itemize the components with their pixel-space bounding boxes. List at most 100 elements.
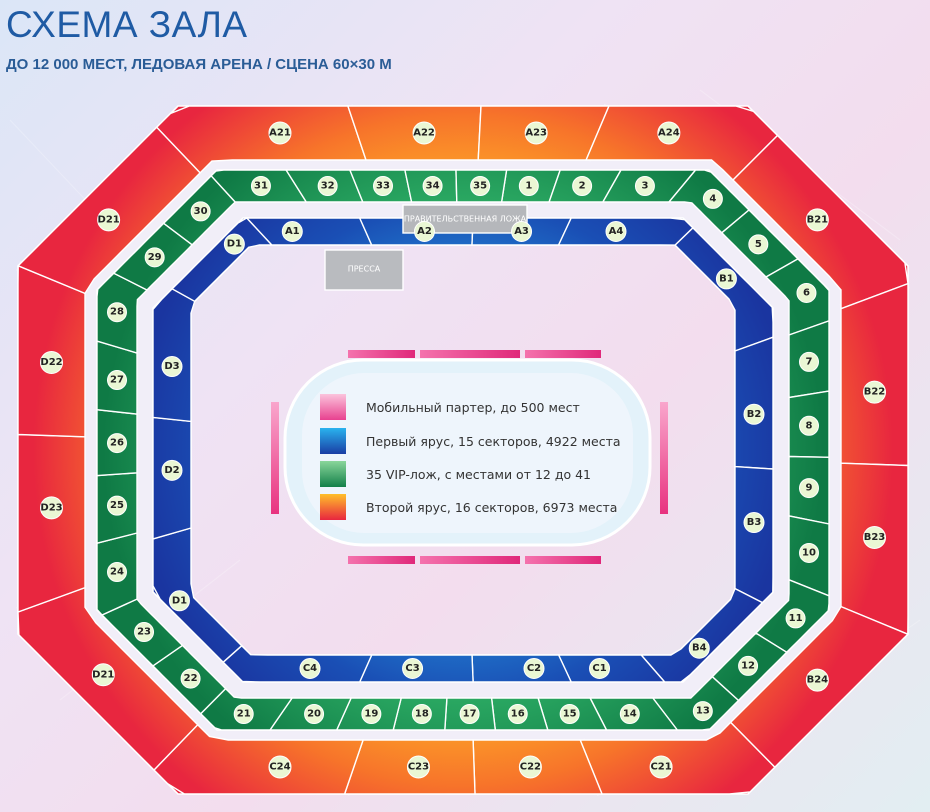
second-tier-sector-d23[interactable] (17, 433, 86, 613)
sector-badge-vip-box-23[interactable]: 23 (134, 622, 155, 643)
floor-bar-bottom-1 (348, 556, 415, 564)
sector-badge-second-tier-c23[interactable]: C23 (406, 755, 430, 779)
sector-badge-vip-box-9[interactable]: 9 (799, 478, 819, 499)
sector-badge-first-tier-b1[interactable]: B1 (715, 268, 737, 290)
sector-badge-vip-box-32[interactable]: 32 (317, 176, 338, 196)
sector-badge-second-tier-b21[interactable]: B21 (805, 208, 829, 232)
sector-badge-label: 25 (110, 500, 124, 511)
sector-badge-vip-box-30[interactable]: 30 (190, 201, 211, 222)
sector-badge-vip-box-26[interactable]: 26 (107, 433, 127, 454)
sector-badge-vip-box-12[interactable]: 12 (738, 655, 759, 676)
floor-bar-right (660, 402, 668, 514)
sector-badge-vip-box-29[interactable]: 29 (144, 247, 165, 268)
sector-badge-first-tier-a2[interactable]: A2 (413, 221, 435, 242)
sector-badge-second-tier-d21[interactable]: D21 (97, 208, 121, 232)
sector-badge-first-tier-d1[interactable]: D1 (223, 233, 245, 255)
first-tier-sector-b2[interactable] (734, 336, 774, 470)
sector-badge-vip-box-6[interactable]: 6 (796, 282, 817, 303)
sector-badge-first-tier-a1[interactable]: A1 (281, 221, 303, 242)
sector-badge-first-tier-d2[interactable]: D2 (161, 459, 183, 481)
sector-badge-vip-box-16[interactable]: 16 (507, 704, 528, 724)
sector-badge-label: A4 (609, 226, 624, 237)
sector-badge-first-tier-d1[interactable]: D1 (168, 590, 190, 612)
press-box-label: ПРЕССА (348, 265, 381, 274)
sector-badge-first-tier-b4[interactable]: B4 (688, 637, 710, 659)
sector-badge-second-tier-d21[interactable]: D21 (91, 663, 115, 687)
sector-badge-second-tier-b24[interactable]: B24 (805, 668, 829, 692)
sector-badge-vip-box-22[interactable]: 22 (180, 668, 201, 689)
sector-badge-vip-box-7[interactable]: 7 (799, 351, 819, 372)
sector-badge-label: 27 (110, 375, 124, 386)
legend-label-vip: 35 VIP-лож, с местами от 12 до 41 (366, 466, 591, 482)
sector-badge-vip-box-20[interactable]: 20 (304, 704, 325, 724)
sector-badge-vip-box-25[interactable]: 25 (107, 495, 127, 516)
sector-badge-second-tier-d23[interactable]: D23 (40, 496, 63, 520)
sector-badge-label: 2 (579, 181, 586, 192)
sector-badge-first-tier-a4[interactable]: A4 (605, 221, 627, 242)
floor-bar-bottom-2 (420, 556, 520, 564)
sector-badge-label: 3 (641, 181, 648, 192)
sector-badge-label: D2 (164, 465, 179, 476)
sector-badge-second-tier-c21[interactable]: C21 (649, 755, 673, 779)
legend-swatch-floor (320, 394, 346, 420)
sector-badge-vip-box-5[interactable]: 5 (748, 234, 769, 255)
sector-badge-second-tier-c22[interactable]: C22 (518, 755, 542, 779)
second-tier-sector-b22[interactable] (840, 282, 909, 467)
sector-badge-second-tier-a21[interactable]: A21 (268, 121, 292, 145)
floor-bar-left (271, 402, 279, 514)
sector-badge-first-tier-c1[interactable]: C1 (589, 658, 611, 679)
sector-badge-vip-box-14[interactable]: 14 (619, 704, 640, 724)
sector-badge-second-tier-b22[interactable]: B22 (863, 380, 886, 404)
sector-badge-vip-box-3[interactable]: 3 (634, 176, 655, 196)
first-tier-sector-c4[interactable] (222, 644, 373, 683)
sector-badge-vip-box-21[interactable]: 21 (233, 704, 254, 724)
sector-badge-vip-box-17[interactable]: 17 (459, 704, 480, 724)
sector-badge-first-tier-c4[interactable]: C4 (299, 658, 321, 679)
sector-badge-label: 30 (194, 206, 208, 217)
legend-swatch-second-tier (320, 494, 346, 520)
sector-badge-label: C2 (527, 663, 541, 674)
sector-badge-vip-box-27[interactable]: 27 (107, 370, 127, 391)
sector-badge-vip-box-10[interactable]: 10 (799, 542, 819, 563)
sector-badge-vip-box-35[interactable]: 35 (470, 176, 491, 196)
sector-badge-vip-box-11[interactable]: 11 (785, 608, 806, 629)
sector-badge-first-tier-d3[interactable]: D3 (161, 356, 183, 378)
sector-badge-vip-box-28[interactable]: 28 (107, 302, 127, 323)
sector-badge-second-tier-a24[interactable]: A24 (657, 121, 681, 145)
floor-bar-top-2 (420, 350, 520, 358)
sector-badge-vip-box-19[interactable]: 19 (361, 704, 382, 724)
sector-badge-vip-box-13[interactable]: 13 (692, 701, 713, 722)
sector-badge-label: 23 (137, 627, 151, 638)
sector-badge-label: 1 (525, 181, 532, 192)
sector-badge-second-tier-a23[interactable]: A23 (524, 121, 548, 145)
sector-badge-label: 19 (364, 709, 378, 720)
sector-badge-second-tier-a22[interactable]: A22 (412, 121, 436, 145)
sector-badge-vip-box-24[interactable]: 24 (107, 562, 127, 583)
sector-badge-first-tier-b3[interactable]: B3 (743, 512, 765, 534)
press-box[interactable]: ПРЕССА (324, 249, 404, 291)
sector-badge-first-tier-c3[interactable]: C3 (402, 658, 424, 679)
sector-badge-second-tier-b23[interactable]: B23 (863, 525, 886, 549)
sector-badge-first-tier-c2[interactable]: C2 (523, 658, 545, 679)
legend-label-second-tier: Второй ярус, 16 секторов, 6973 места (366, 499, 618, 515)
sector-badge-vip-box-4[interactable]: 4 (702, 188, 723, 209)
sector-badge-label: D1 (227, 239, 242, 250)
sector-badge-second-tier-c24[interactable]: C24 (268, 755, 292, 779)
sector-badge-vip-box-31[interactable]: 31 (250, 176, 271, 196)
sector-badge-vip-box-18[interactable]: 18 (411, 704, 432, 724)
sector-badge-label: C1 (592, 663, 606, 674)
sector-badge-label: 21 (237, 709, 251, 720)
sector-badge-label: D3 (164, 361, 179, 372)
sector-badge-second-tier-d22[interactable]: D22 (40, 351, 63, 375)
first-tier-sector-c2[interactable] (471, 654, 573, 683)
sector-badge-first-tier-a3[interactable]: A3 (511, 221, 533, 242)
sector-badge-first-tier-b2[interactable]: B2 (743, 403, 765, 425)
sector-badge-vip-box-1[interactable]: 1 (518, 176, 539, 196)
sector-badge-vip-box-34[interactable]: 34 (422, 176, 443, 196)
sector-badge-vip-box-15[interactable]: 15 (559, 704, 580, 724)
sector-badge-vip-box-2[interactable]: 2 (572, 176, 593, 196)
first-tier-sector-d3[interactable] (152, 287, 196, 423)
first-tier-sector-b3[interactable] (734, 465, 774, 604)
sector-badge-vip-box-8[interactable]: 8 (799, 415, 819, 436)
sector-badge-vip-box-33[interactable]: 33 (373, 176, 394, 196)
